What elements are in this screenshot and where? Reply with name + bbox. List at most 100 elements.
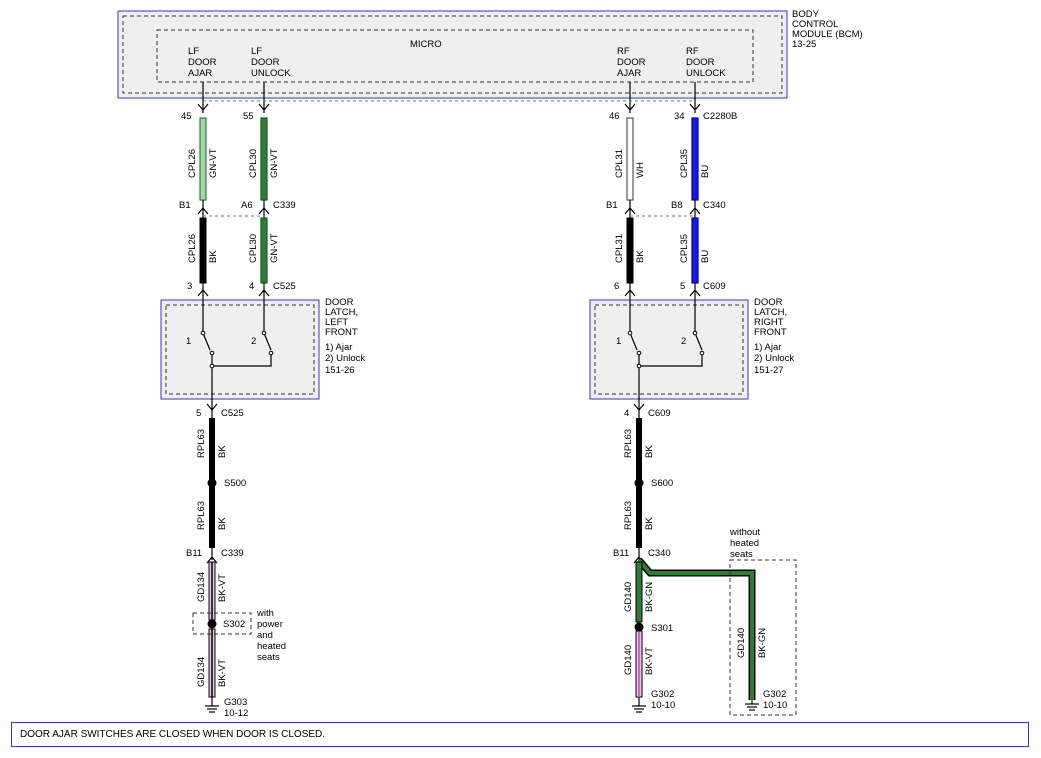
ground-symbol-g303 bbox=[205, 697, 219, 713]
right-latch-label-4: FRONT bbox=[754, 327, 787, 338]
rf-unlock-upper-color: BU bbox=[700, 165, 711, 178]
connector-c2280b: C2280B bbox=[703, 111, 737, 122]
rf-ajar-label-1: RF bbox=[617, 46, 630, 57]
ground-wires-black bbox=[209, 418, 642, 548]
c525-pin-3: 3 bbox=[187, 281, 192, 292]
c609-bottom-name: C609 bbox=[648, 408, 671, 419]
micro-label: MICRO bbox=[410, 39, 442, 50]
inline-connectors-bottom bbox=[206, 548, 645, 564]
lf-option-1: with bbox=[256, 608, 274, 619]
lf-option-4: heated bbox=[257, 641, 286, 652]
ground-symbol-g302-alt bbox=[745, 700, 759, 711]
pin-45: 45 bbox=[181, 111, 192, 122]
lf-ajar-label-1: LF bbox=[188, 46, 199, 57]
ground-g302-alt-name: G302 bbox=[763, 689, 786, 700]
door-latch-right bbox=[589, 299, 749, 400]
door-latch-left bbox=[160, 299, 320, 400]
footer-note: DOOR AJAR SWITCHES ARE CLOSED WHEN DOOR … bbox=[11, 722, 1029, 747]
rf-option-2: heated bbox=[730, 538, 759, 549]
c340-pin-b1: B1 bbox=[606, 200, 618, 211]
c339-bottom-pin: B11 bbox=[186, 548, 202, 559]
c609-bottom-pin: 4 bbox=[624, 408, 629, 419]
left-latch-label-4: FRONT bbox=[325, 327, 358, 338]
rf-gd-1-circuit: GD140 bbox=[623, 582, 634, 612]
rf-unlock-label-3: UNLOCK bbox=[686, 68, 726, 79]
rf-ground-2-circuit: RPL63 bbox=[623, 501, 634, 530]
lf-option-2: power bbox=[257, 619, 283, 630]
lf-gd-1-circuit: GD134 bbox=[196, 572, 207, 602]
c609-pin-5: 5 bbox=[680, 281, 685, 292]
lf-ground-2-circuit: RPL63 bbox=[196, 501, 207, 530]
lf-ajar-lower-circuit: CPL26 bbox=[187, 234, 198, 263]
lf-gd-1-color: BK-VT bbox=[217, 574, 228, 602]
c339-pin-a6: A6 bbox=[241, 200, 253, 211]
lf-gd-2-color: BK-VT bbox=[217, 659, 228, 687]
rf-ajar-lower-circuit: CPL31 bbox=[614, 234, 625, 263]
left-latch-label-6: 2) Unlock bbox=[325, 353, 365, 364]
splice-s302-label: S302 bbox=[223, 619, 245, 630]
rf-option-3: seats bbox=[730, 549, 753, 560]
lf-ajar-upper-circuit: CPL26 bbox=[187, 149, 198, 178]
c609-pin-6: 6 bbox=[614, 281, 619, 292]
splice-s500 bbox=[207, 478, 217, 488]
rf-option-1: without bbox=[729, 527, 760, 538]
wiring-diagram: MICRO BODY CONTROL MODULE (BCM) 13-25 LF… bbox=[117, 9, 863, 719]
c340-pin-b8: B8 bbox=[671, 200, 683, 211]
left-latch-switch-2: 2 bbox=[251, 336, 256, 347]
pin-34: 34 bbox=[674, 111, 685, 122]
lf-ajar-label-2: DOOR bbox=[188, 57, 217, 68]
splice-s301 bbox=[634, 622, 644, 632]
rf-gd-2-circuit: GD140 bbox=[623, 645, 634, 675]
c339-bottom-name: C339 bbox=[221, 548, 244, 559]
lf-ajar-lower-color: BK bbox=[208, 250, 219, 263]
rf-unlock-upper-circuit: CPL35 bbox=[679, 149, 690, 178]
splice-s301-label: S301 bbox=[651, 623, 673, 634]
rf-ajar-upper-circuit: CPL31 bbox=[614, 149, 625, 178]
lf-unlock-lower-circuit: CPL30 bbox=[248, 234, 259, 263]
left-latch-label-7: 151-26 bbox=[325, 365, 355, 376]
c525-bottom-name: C525 bbox=[221, 408, 244, 419]
rf-unlock-lower-color: BU bbox=[700, 250, 711, 263]
pin-55: 55 bbox=[243, 111, 254, 122]
c525-name: C525 bbox=[273, 281, 296, 292]
lf-ground-1-color: BK bbox=[217, 445, 228, 458]
right-latch-switch-1: 1 bbox=[616, 336, 621, 347]
ground-g302-ref: 10-10 bbox=[651, 700, 675, 711]
ground-g303-name: G303 bbox=[224, 697, 247, 708]
lf-gd-2-circuit: GD134 bbox=[196, 657, 207, 687]
right-latch-switch-2: 2 bbox=[681, 336, 686, 347]
rf-unlock-lower-circuit: CPL35 bbox=[679, 234, 690, 263]
rf-gd-2-color: BK-VT bbox=[644, 647, 655, 675]
c339-name: C339 bbox=[273, 200, 296, 211]
splice-s302 bbox=[207, 619, 217, 629]
splice-s500-label: S500 bbox=[224, 478, 246, 489]
lf-unlock-label-1: LF bbox=[251, 46, 262, 57]
c339-pin-b1: B1 bbox=[179, 200, 191, 211]
c340-name: C340 bbox=[703, 200, 726, 211]
lf-ground-2-color: BK bbox=[217, 517, 228, 530]
c525-pin-4: 4 bbox=[249, 281, 254, 292]
bcm-module: MICRO BODY CONTROL MODULE (BCM) 13-25 LF… bbox=[117, 9, 863, 99]
c340-bottom-pin: B11 bbox=[613, 548, 629, 559]
rf-gd-alt-color: BK-GN bbox=[757, 628, 768, 658]
lf-ajar-upper-color: GN-VT bbox=[208, 148, 219, 178]
lf-unlock-upper-color: GN-VT bbox=[269, 148, 280, 178]
lf-ground-1-circuit: RPL63 bbox=[196, 429, 207, 458]
left-latch-label-5: 1) Ajar bbox=[325, 342, 352, 353]
rf-ajar-upper-color: WH bbox=[635, 162, 646, 178]
rf-ground-1-circuit: RPL63 bbox=[623, 429, 634, 458]
right-latch-label-7: 151-27 bbox=[754, 365, 784, 376]
lf-option-3: and bbox=[257, 630, 273, 641]
latch-connectors-bottom bbox=[206, 399, 645, 418]
rf-gd-1-color: BK-GN bbox=[644, 582, 655, 612]
lf-unlock-label-2: DOOR bbox=[251, 57, 280, 68]
c525-bottom-pin: 5 bbox=[196, 408, 201, 419]
lf-ajar-label-3: AJAR bbox=[188, 68, 212, 79]
rf-ground-2-color: BK bbox=[644, 517, 655, 530]
ground-g302-alt-ref: 10-10 bbox=[763, 700, 787, 711]
ground-g302-name: G302 bbox=[651, 689, 674, 700]
bcm-name-4: 13-25 bbox=[792, 39, 816, 50]
lf-option-5: seats bbox=[257, 652, 280, 663]
lf-unlock-lower-color: GN-VT bbox=[269, 233, 280, 263]
right-latch-label-5: 1) Ajar bbox=[754, 342, 781, 353]
